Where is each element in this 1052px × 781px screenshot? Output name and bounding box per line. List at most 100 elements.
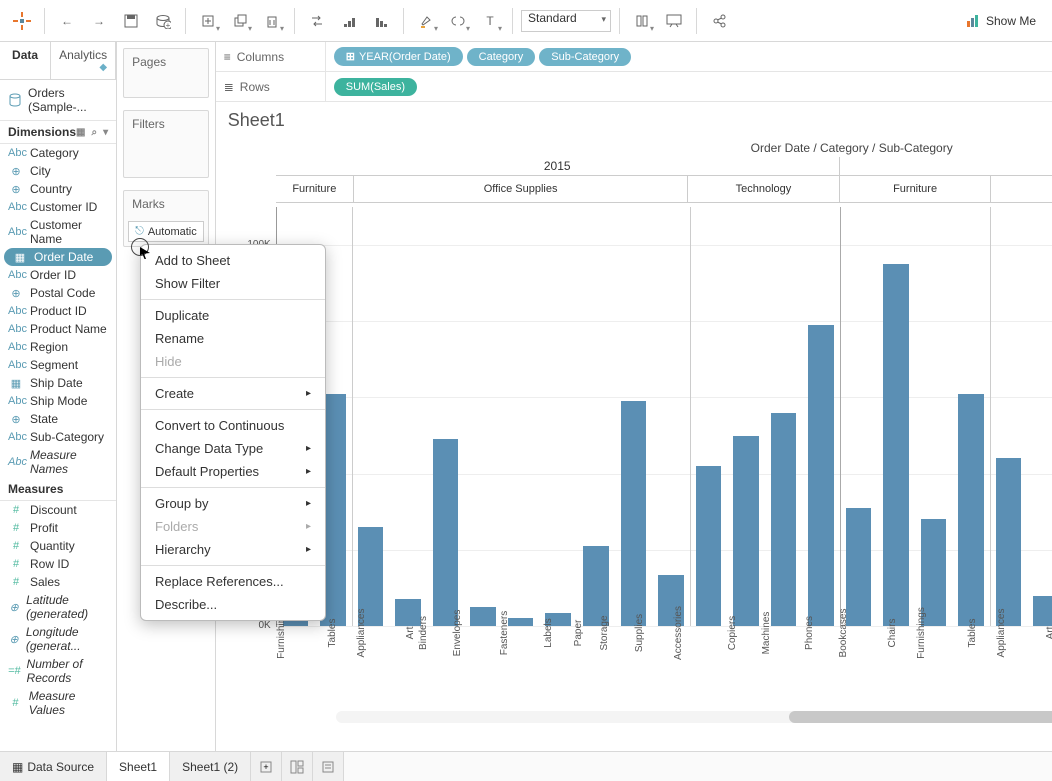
menu-icon[interactable]: ▾ (103, 127, 108, 138)
context-menu-item[interactable]: Add to Sheet (141, 249, 325, 272)
context-menu-item[interactable]: Convert to Continuous (141, 414, 325, 437)
new-story-tab[interactable] (313, 752, 344, 781)
measure-field[interactable]: ⊕Latitude (generated) (0, 591, 116, 623)
dimension-field[interactable]: ⊕Country (0, 180, 116, 198)
bar[interactable] (389, 207, 427, 626)
dimension-field[interactable]: AbcSub-Category (0, 428, 116, 446)
clear-icon[interactable] (258, 7, 286, 35)
sheet-title[interactable]: Sheet1 (216, 102, 1052, 139)
pages-shelf[interactable]: Pages (123, 48, 209, 98)
swap-icon[interactable] (303, 7, 331, 35)
bar[interactable] (652, 207, 690, 626)
bar[interactable] (727, 207, 765, 626)
dimension-field[interactable]: ⊕Postal Code (0, 284, 116, 302)
bar[interactable] (464, 207, 502, 626)
presentation-icon[interactable] (660, 7, 688, 35)
new-dashboard-tab[interactable] (282, 752, 313, 781)
new-worksheet-icon[interactable] (194, 7, 222, 35)
dimension-field[interactable]: AbcOrder ID (0, 266, 116, 284)
save-icon[interactable] (117, 7, 145, 35)
horizontal-scrollbar[interactable] (336, 711, 1052, 723)
tab-data[interactable]: Data (0, 42, 51, 79)
bar[interactable] (615, 207, 653, 626)
context-menu-item[interactable]: Replace References... (141, 570, 325, 593)
dimension-field[interactable]: AbcCustomer ID (0, 198, 116, 216)
context-menu-item[interactable]: Create (141, 382, 325, 405)
bar[interactable] (802, 207, 840, 626)
row-pill[interactable]: SUM(Sales) (334, 78, 417, 96)
bar[interactable] (952, 207, 990, 626)
bar[interactable] (877, 207, 915, 626)
marks-type-dropdown[interactable]: ⎋ Automatic (128, 221, 204, 242)
sheet-tab[interactable]: Sheet1 (107, 752, 170, 781)
dimension-field[interactable]: AbcCustomer Name (0, 216, 116, 248)
dimension-field[interactable]: AbcRegion (0, 338, 116, 356)
dimension-field[interactable]: AbcSegment (0, 356, 116, 374)
dimension-field[interactable]: AbcCategory (0, 144, 116, 162)
dimension-field[interactable]: ⊕State (0, 410, 116, 428)
view-icon[interactable]: ▦ (76, 127, 85, 138)
logo-icon[interactable] (8, 7, 36, 35)
measure-field[interactable]: #Profit (0, 519, 116, 537)
dimension-field[interactable]: ⊕City (0, 162, 116, 180)
dimension-field[interactable]: ▦Ship Date (0, 374, 116, 392)
measure-field[interactable]: ⊕Longitude (generat... (0, 623, 116, 655)
dimension-field[interactable]: ▦Order Date (4, 248, 112, 266)
measure-field[interactable]: #Discount (0, 501, 116, 519)
new-datasource-icon[interactable]: + (149, 7, 177, 35)
column-pill[interactable]: Category (467, 48, 536, 66)
new-worksheet-tab[interactable]: + (251, 752, 282, 781)
dimension-field[interactable]: AbcProduct Name (0, 320, 116, 338)
bar[interactable] (577, 207, 615, 626)
dimension-field[interactable]: AbcProduct ID (0, 302, 116, 320)
column-pill[interactable]: Sub-Category (539, 48, 631, 66)
bar[interactable] (990, 207, 1028, 626)
duplicate-icon[interactable] (226, 7, 254, 35)
sheet-tab[interactable]: Sheet1 (2) (170, 752, 251, 781)
toolbar: ← → + T Standard Show Me (0, 0, 1052, 42)
group-icon[interactable] (444, 7, 472, 35)
share-icon[interactable] (705, 7, 733, 35)
context-menu-item[interactable]: Rename (141, 327, 325, 350)
rows-shelf[interactable]: ≣Rows SUM(Sales) (216, 72, 1052, 102)
bar[interactable] (840, 207, 878, 626)
measure-field[interactable]: #Measure Values (0, 687, 116, 719)
columns-shelf[interactable]: ≡Columns ⊞YEAR(Order Date)CategorySub-Ca… (216, 42, 1052, 72)
context-menu-item[interactable]: Change Data Type (141, 437, 325, 460)
show-me-button[interactable]: Show Me (958, 10, 1044, 32)
dimension-field[interactable]: AbcMeasure Names (0, 446, 116, 478)
column-pill[interactable]: ⊞YEAR(Order Date) (334, 47, 463, 66)
data-source-item[interactable]: Orders (Sample-... (0, 80, 116, 121)
search-icon[interactable]: ⌕ (91, 127, 97, 138)
bar[interactable] (690, 207, 728, 626)
bar[interactable] (352, 207, 390, 626)
sort-asc-icon[interactable] (335, 7, 363, 35)
undo-icon[interactable]: ← (53, 7, 81, 35)
bar[interactable] (915, 207, 953, 626)
bar[interactable] (427, 207, 465, 626)
context-menu-item[interactable]: Duplicate (141, 304, 325, 327)
measure-field[interactable]: #Quantity (0, 537, 116, 555)
measure-field[interactable]: =#Number of Records (0, 655, 116, 687)
tab-analytics[interactable]: Analytics◆ (51, 42, 116, 79)
dimension-field[interactable]: AbcShip Mode (0, 392, 116, 410)
bar[interactable] (539, 207, 577, 626)
highlight-icon[interactable] (412, 7, 440, 35)
redo-icon[interactable]: → (85, 7, 113, 35)
labels-icon[interactable]: T (476, 7, 504, 35)
context-menu-item[interactable]: Show Filter (141, 272, 325, 295)
context-menu-item[interactable]: Group by (141, 492, 325, 515)
measure-field[interactable]: #Row ID (0, 555, 116, 573)
sort-desc-icon[interactable] (367, 7, 395, 35)
bar[interactable] (765, 207, 803, 626)
measure-field[interactable]: #Sales (0, 573, 116, 591)
show-cards-icon[interactable] (628, 7, 656, 35)
fit-dropdown[interactable]: Standard (521, 10, 611, 32)
context-menu-item[interactable]: Describe... (141, 593, 325, 616)
filters-shelf[interactable]: Filters (123, 110, 209, 178)
context-menu-item[interactable]: Hierarchy (141, 538, 325, 561)
bar[interactable] (1027, 207, 1052, 626)
data-source-tab[interactable]: ▦Data Source (0, 752, 107, 781)
context-menu-item[interactable]: Default Properties (141, 460, 325, 483)
bar[interactable] (502, 207, 540, 626)
